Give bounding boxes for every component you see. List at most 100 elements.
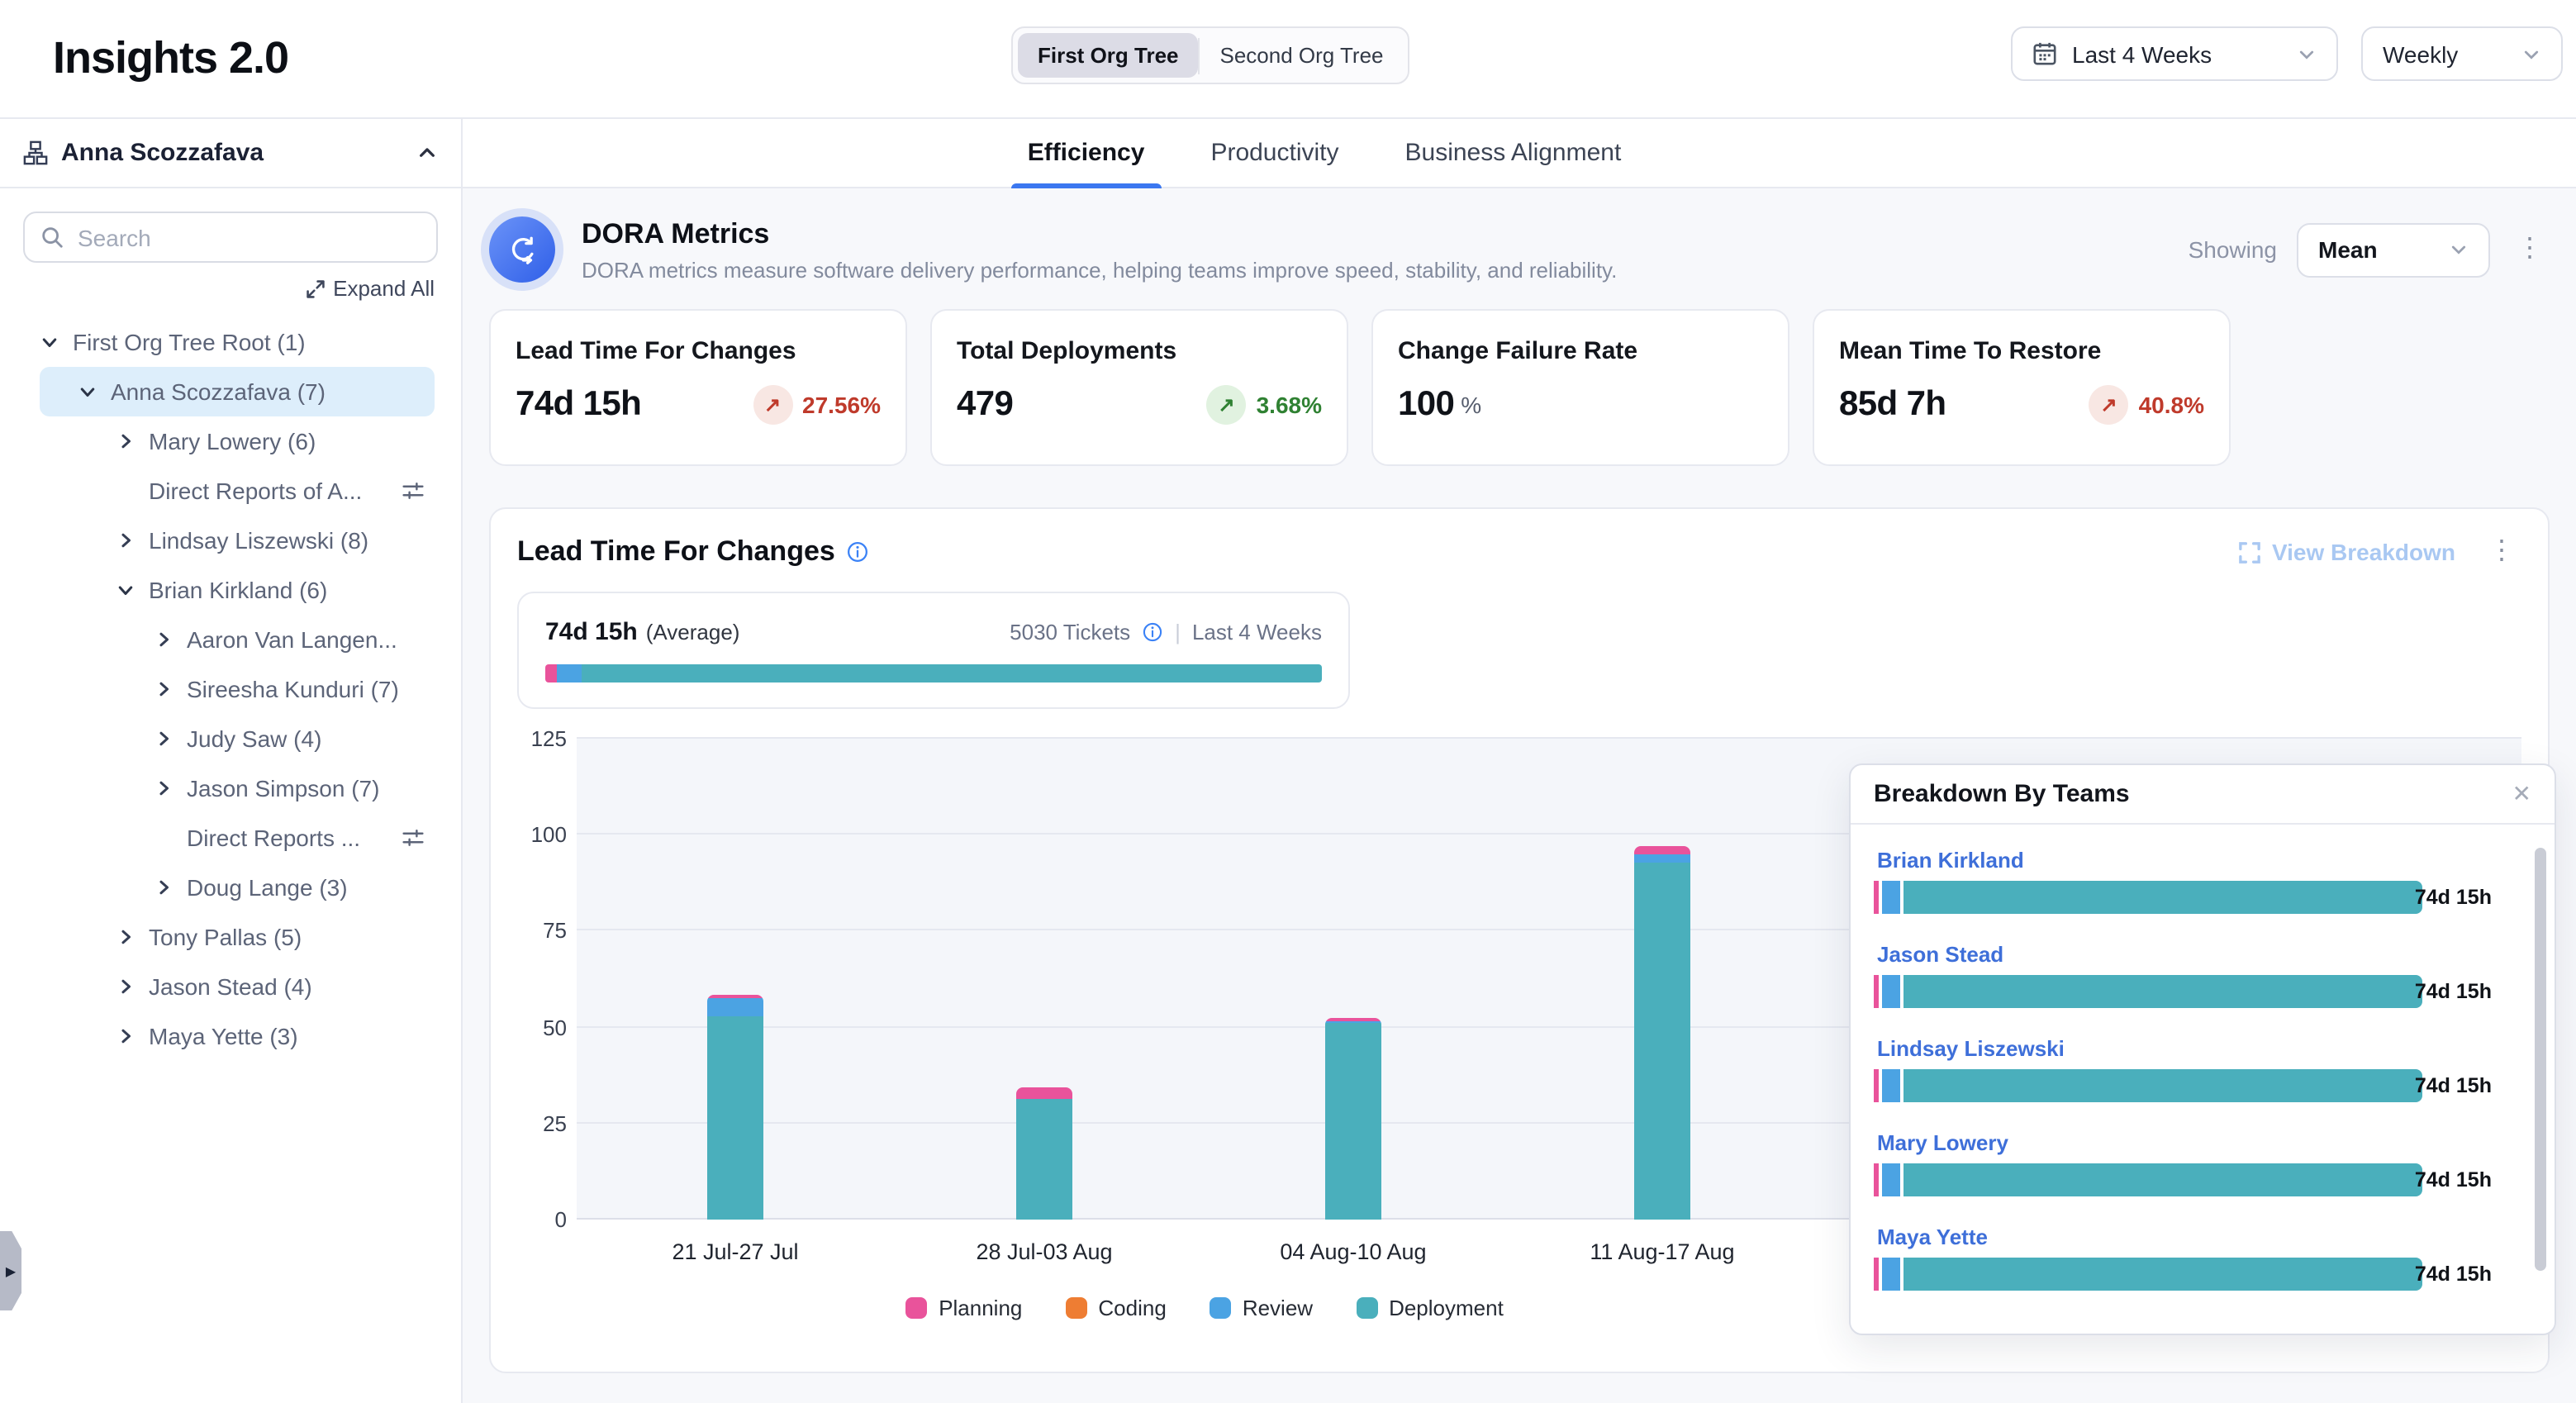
chevron-right-icon[interactable] [154,877,173,897]
chevron-right-icon[interactable] [116,1026,135,1046]
legend-swatch [1210,1297,1231,1319]
tree-row[interactable]: Maya Yette (3) [40,1011,435,1061]
view-breakdown-button[interactable]: View Breakdown [2239,539,2455,565]
toggle-first-org-tree[interactable]: First Org Tree [1018,33,1199,78]
team-name-link[interactable]: Jason Stead [1877,942,2531,967]
team-value: 74d 15h [2415,886,2492,909]
tree-row[interactable]: Lindsay Liszewski (8) [40,516,435,565]
team-name-link[interactable]: Maya Yette [1877,1225,2531,1249]
metric-value: 479 [957,385,1013,425]
tab-bar: Efficiency Productivity Business Alignment [463,119,2576,188]
tree-row[interactable]: Direct Reports ... [40,813,435,863]
toggle-second-org-tree[interactable]: Second Org Tree [1200,33,1404,78]
y-axis-label: 25 [543,1111,567,1136]
tree-row-label: Jason Simpson (7) [187,775,379,801]
chevron-up-icon[interactable] [416,142,438,164]
granularity-select[interactable]: Weekly [2361,26,2563,81]
tree-row[interactable]: Jason Stead (4) [40,962,435,1011]
info-icon[interactable] [1142,621,1163,643]
dora-metrics-header: DORA Metrics DORA metrics measure softwa… [489,216,2550,283]
bar-segment-deployment [1325,1024,1381,1220]
chevron-down-icon[interactable] [78,382,97,402]
chevron-right-icon[interactable] [116,530,135,550]
expand-all-button[interactable]: Expand All [0,276,435,301]
team-name-link[interactable]: Lindsay Liszewski [1877,1036,2531,1061]
search-box [23,212,438,263]
tree-row[interactable]: Mary Lowery (6) [40,416,435,466]
summary-bar-segment-deployment [582,664,1322,682]
tree-row-label: Doug Lange (3) [187,874,348,901]
bar-group [1016,1087,1072,1220]
chevron-right-icon[interactable] [154,679,173,699]
chevron-right-icon[interactable] [154,729,173,749]
team-bar-segment-review [1882,1258,1900,1291]
filter-icon[interactable] [402,479,425,502]
team-value: 74d 15h [2415,1263,2492,1286]
chevron-right-icon[interactable] [116,977,135,996]
aggregation-select[interactable]: Mean [2297,222,2490,277]
tab-efficiency[interactable]: Efficiency [1028,119,1145,187]
section-header: Lead Time For Changes [517,535,2521,568]
bar-group [707,996,763,1220]
summary-bar-segment-review [557,664,582,682]
legend-item-planning[interactable]: Planning [905,1296,1022,1320]
tree-row[interactable]: Aaron Van Langen... [40,615,435,664]
chevron-right-icon[interactable] [116,431,135,451]
bar-group [1325,1019,1381,1220]
info-icon[interactable] [847,540,870,564]
tree-row[interactable]: Doug Lange (3) [40,863,435,912]
tree-row[interactable]: Judy Saw (4) [40,714,435,763]
tree-row-label: Tony Pallas (5) [149,924,302,950]
chevron-down-icon[interactable] [116,580,135,600]
chevron-right-icon[interactable] [154,778,173,798]
legend-item-coding[interactable]: Coding [1065,1296,1166,1320]
chevron-down-icon [2449,240,2469,259]
section-kebab-icon[interactable]: ⋮ [2482,539,2521,565]
close-icon[interactable]: ✕ [2512,780,2531,808]
legend-item-deployment[interactable]: Deployment [1356,1296,1504,1320]
tree-row[interactable]: Direct Reports of A... [40,466,435,516]
metric-title: Lead Time For Changes [516,337,881,365]
summary-card: 74d 15h (Average) 5030 Tickets | Last 4 … [517,592,1350,709]
team-stacked-bar: 74d 15h [1874,1258,2488,1291]
org-chart-icon [23,140,48,165]
chevron-right-icon[interactable] [154,630,173,649]
expand-corners-icon [2239,541,2260,563]
chevron-down-icon [2297,44,2317,64]
tab-business-alignment[interactable]: Business Alignment [1405,119,1622,187]
bar-group [1634,846,1690,1220]
tree-row[interactable]: Jason Simpson (7) [40,763,435,813]
team-bar-segment-review [1882,1069,1900,1102]
chevron-right-icon[interactable] [116,927,135,947]
calendar-icon [2032,41,2057,66]
tab-productivity[interactable]: Productivity [1210,119,1338,187]
team-name-link[interactable]: Mary Lowery [1877,1130,2531,1155]
tree-row[interactable]: Sireesha Kunduri (7) [40,664,435,714]
x-axis-label: 28 Jul-03 Aug [929,1239,1160,1264]
chevron-down-icon[interactable] [40,332,59,352]
top-bar: Insights 2.0 First Org Tree Second Org T… [0,0,2576,119]
x-axis-label: 04 Aug-10 Aug [1238,1239,1469,1264]
summary-range: Last 4 Weeks [1192,620,1322,644]
bar-segment-review [707,998,763,1015]
dora-controls: Showing Mean ⋮ [2189,222,2550,277]
sidebar: Anna Scozzafava Expand All First Org Tre… [0,119,463,1403]
date-range-select[interactable]: Last 4 Weeks [2011,26,2338,81]
scrollbar-thumb[interactable] [2535,848,2546,1271]
team-value: 74d 15h [2415,980,2492,1003]
team-bar-segment-planning [1874,1069,1879,1102]
y-axis-label: 125 [531,726,567,751]
search-input[interactable] [23,212,438,263]
tree-row[interactable]: Brian Kirkland (6) [40,565,435,615]
team-name-link[interactable]: Brian Kirkland [1877,848,2531,873]
metric-value: 74d 15h [516,385,641,425]
tree-row[interactable]: Anna Scozzafava (7) [40,367,435,416]
tree-row[interactable]: First Org Tree Root (1) [40,317,435,367]
sidebar-collapse-handle[interactable]: ▶ [0,1231,21,1310]
legend-item-review[interactable]: Review [1210,1296,1313,1320]
kebab-menu-icon[interactable]: ⋮ [2510,236,2550,263]
delta-value: 27.56% [802,392,881,418]
filter-icon[interactable] [402,826,425,849]
tree-row-label: Maya Yette (3) [149,1023,298,1049]
tree-row[interactable]: Tony Pallas (5) [40,912,435,962]
